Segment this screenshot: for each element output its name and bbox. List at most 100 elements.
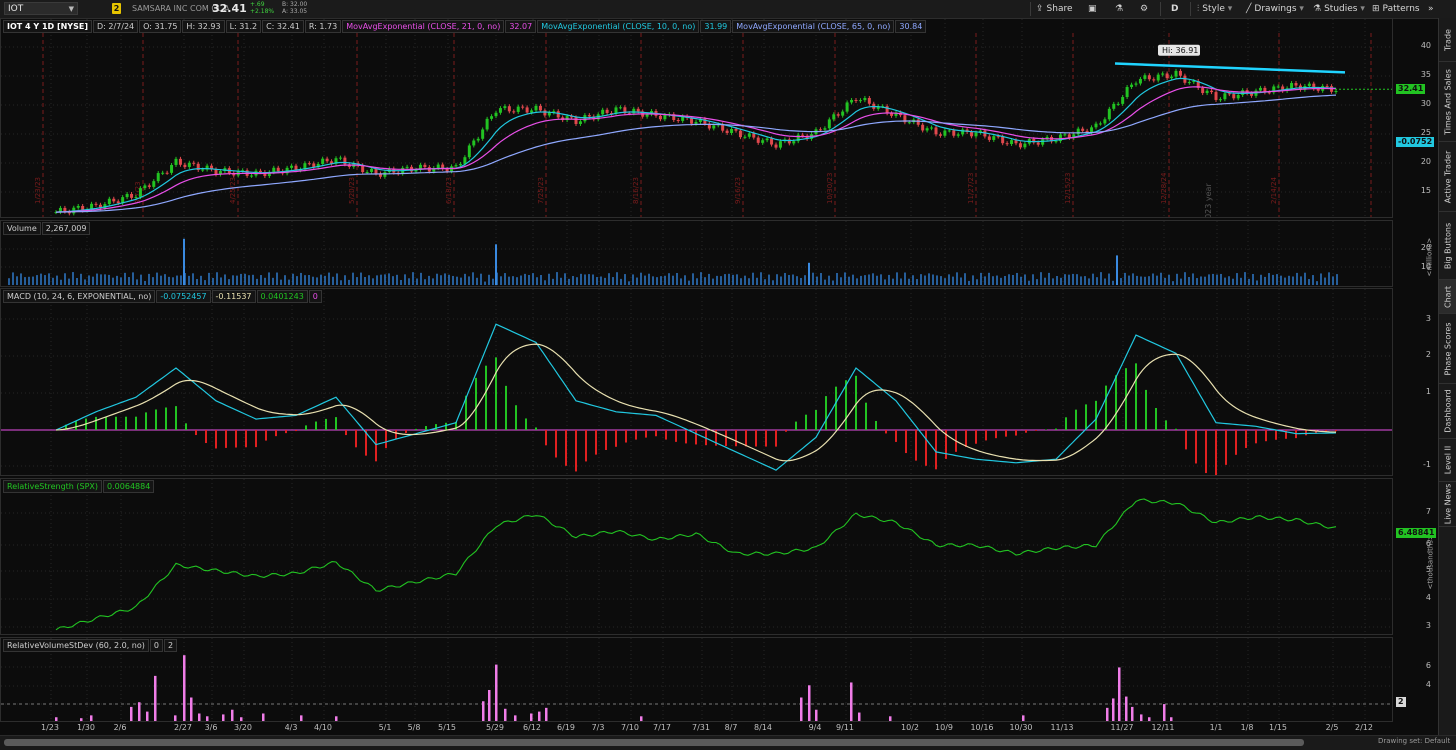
macd-histogram-bar: [1255, 430, 1257, 444]
rvol-bar: [206, 716, 209, 721]
earnings-date-label: 12/28/24: [1160, 172, 1168, 204]
divider: [1160, 2, 1161, 16]
rvol-pane[interactable]: RelativeVolumeStDev (60, 2.0, no) 0 2: [0, 637, 1393, 722]
side-tab-trade[interactable]: Trade: [1439, 18, 1456, 62]
collapse-button[interactable]: »: [1428, 2, 1437, 16]
macd-histogram-bar: [935, 430, 937, 470]
time-axis-label: 10/2: [901, 723, 919, 732]
ask-value: A: 33.05: [282, 8, 308, 15]
time-axis-label: 10/16: [970, 723, 994, 732]
macd-histogram-bar: [205, 430, 207, 444]
style-button[interactable]: ⫶ Style ▾: [1197, 2, 1232, 16]
rvol-axis[interactable]: 6 4: [1393, 637, 1438, 722]
macd-histogram-bar: [1195, 430, 1197, 464]
drawings-button[interactable]: ╱ Drawings ▾: [1246, 2, 1304, 16]
time-axis-label: 9/4: [808, 723, 822, 732]
time-axis-label: 7/17: [653, 723, 671, 732]
studies-button[interactable]: ⚗ Studies ▾: [1313, 2, 1365, 16]
rvol-bar: [488, 689, 491, 721]
drawing-set-label[interactable]: Drawing set: Default: [1378, 737, 1450, 745]
side-tab-times-and-sales[interactable]: Times And Sales: [1439, 62, 1456, 142]
earnings-date-label: 5/20/23: [348, 177, 356, 204]
macd-histogram-bar: [395, 430, 397, 440]
time-axis[interactable]: 1/23 1/30 2/6 2/27 3/6 3/20 4/3 4/10 5/1 5/8 5/15 5…: [0, 722, 1393, 734]
candle: [676, 120, 680, 122]
time-axis-label: 6/19: [557, 723, 575, 732]
flask-button[interactable]: ⚗: [1115, 2, 1126, 16]
macd-axis[interactable]: 3 2 1 -1: [1393, 288, 1438, 476]
candle: [1218, 99, 1222, 101]
time-scrollbar[interactable]: [4, 739, 1304, 746]
bid-ask: B: 32.00 A: 33.05: [282, 1, 307, 15]
candle: [1036, 142, 1040, 145]
aggregation-button[interactable]: D: [1171, 2, 1178, 16]
price-pane[interactable]: 1/23/23 3/7/23 4/25/23 5/20/23 6/18/23 7/25/2…: [0, 18, 1393, 218]
patterns-button[interactable]: ⊞ Patterns: [1372, 2, 1420, 16]
rvol-bar: [335, 716, 338, 721]
macd-histogram-bar: [595, 430, 597, 455]
rs-legend: RelativeStrength (SPX) 0.0064884: [3, 480, 155, 493]
macd-pane[interactable]: MACD (10, 24, 6, EXPONENTIAL, no) -0.0752…: [0, 288, 1393, 476]
macd-histogram-bar: [745, 430, 747, 447]
candle: [1054, 141, 1058, 143]
side-tab-level-ii[interactable]: Level II: [1439, 439, 1456, 482]
rs-axis[interactable]: 7 6 5 4 3 <thousandths>: [1393, 478, 1438, 635]
candle: [485, 118, 489, 130]
macd-histogram-bar: [885, 430, 887, 434]
rvol-chart[interactable]: [1, 638, 1393, 722]
volume-pane[interactable]: Volume 2,267,009: [0, 220, 1393, 287]
symbol-selector[interactable]: IOT ▼: [4, 2, 78, 15]
price-chart[interactable]: 1/23/23 3/7/23 4/25/23 5/20/23 6/18/23 7/25/2…: [1, 19, 1393, 218]
rvol-bar: [146, 711, 149, 721]
rs-label[interactable]: RelativeStrength (SPX): [3, 480, 103, 493]
price-axis[interactable]: 40 35 30 25 20 15: [1393, 18, 1438, 218]
macd-line: [55, 323, 1337, 471]
side-tab-chart[interactable]: Chart: [1439, 280, 1456, 314]
candle: [530, 110, 534, 113]
ma21-label[interactable]: MovAvgExponential (CLOSE, 21, 0, no): [342, 20, 505, 33]
rs-pane[interactable]: RelativeStrength (SPX) 0.0064884: [0, 478, 1393, 635]
link-group-badge[interactable]: 2: [112, 3, 121, 14]
last-price: 32.41: [212, 2, 247, 15]
candle: [534, 105, 538, 111]
time-axis-label: 10/30: [1009, 723, 1033, 732]
candle: [574, 117, 578, 124]
volume-axis[interactable]: 20 10 <millions>: [1393, 220, 1438, 287]
side-tab-dashboard[interactable]: Dashboard: [1439, 384, 1456, 439]
ma65-label[interactable]: MovAvgExponential (CLOSE, 65, 0, no): [732, 20, 895, 33]
volume-chart[interactable]: [1, 221, 1393, 287]
macd-histogram-bar: [835, 386, 837, 430]
side-tab-active-trader[interactable]: Active Trader: [1439, 142, 1456, 212]
candle: [663, 115, 667, 120]
time-axis-label: 3/20: [234, 723, 252, 732]
macd-histogram-bar: [1135, 363, 1137, 430]
candle: [1143, 75, 1147, 79]
candle: [934, 127, 938, 135]
candle: [770, 138, 774, 145]
macd-histogram-bar: [655, 430, 657, 437]
candle: [1325, 85, 1329, 87]
macd-histogram-bar: [815, 409, 817, 430]
snapshot-button[interactable]: ▣: [1088, 2, 1100, 16]
side-tab-live-news[interactable]: Live News: [1439, 482, 1456, 527]
rs-chart[interactable]: [1, 479, 1393, 635]
macd-histogram-bar: [965, 430, 967, 448]
share-button[interactable]: ⇪ Share: [1036, 2, 1073, 16]
ma10-label[interactable]: MovAvgExponential (CLOSE, 10, 0, no): [537, 20, 700, 33]
time-axis-label: 1/23: [41, 723, 59, 732]
side-tab-big-buttons[interactable]: Big Buttons: [1439, 212, 1456, 280]
macd-label[interactable]: MACD (10, 24, 6, EXPONENTIAL, no): [3, 290, 156, 303]
macd-chart[interactable]: [1, 289, 1393, 476]
candle: [1232, 94, 1236, 99]
volume-label[interactable]: Volume: [3, 222, 41, 235]
rvol-label[interactable]: RelativeVolumeStDev (60, 2.0, no): [3, 639, 149, 652]
settings-button[interactable]: ⚙: [1140, 2, 1151, 16]
candle: [854, 100, 858, 102]
rvol-bar: [130, 706, 133, 721]
candle: [587, 115, 591, 117]
candle: [1174, 70, 1178, 77]
macd-histogram-bar: [1225, 430, 1227, 465]
price-tick: 30: [1420, 99, 1431, 108]
side-tab-phase-scores[interactable]: Phase Scores: [1439, 314, 1456, 384]
chevron-down-icon[interactable]: ▼: [69, 3, 74, 16]
